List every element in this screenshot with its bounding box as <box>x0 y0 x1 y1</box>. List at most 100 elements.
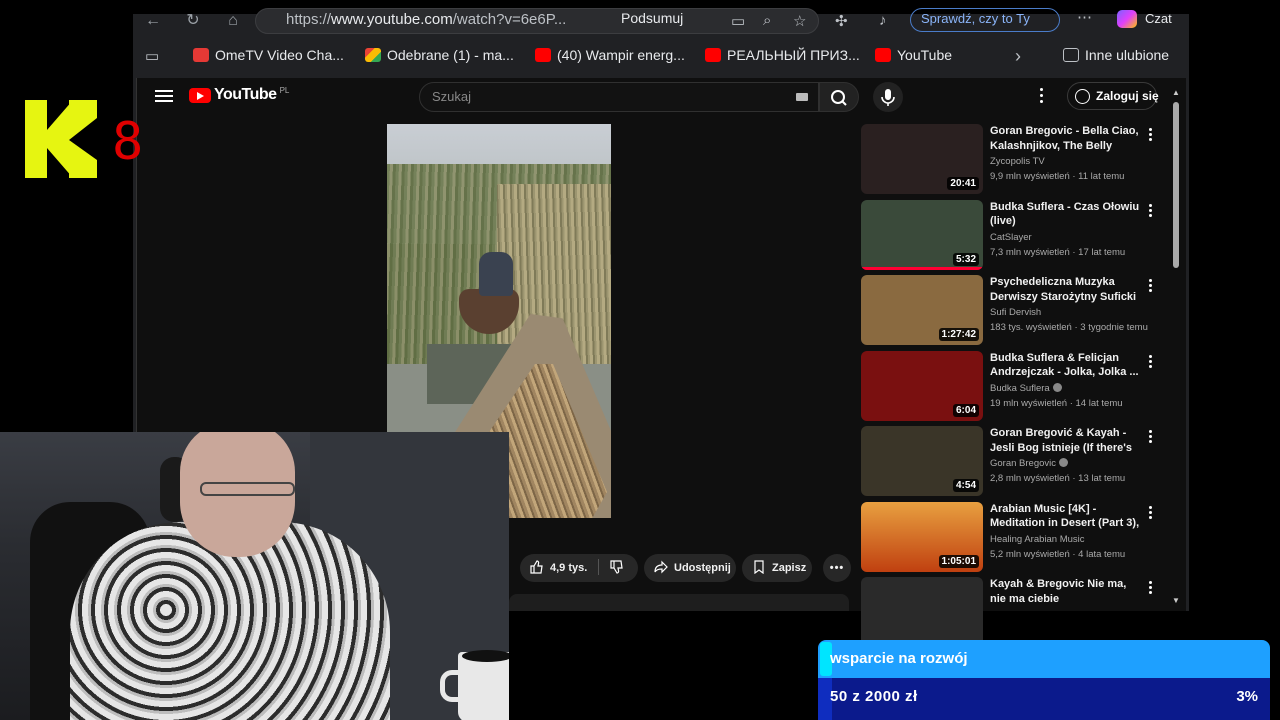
bookmark-youtube[interactable]: YouTube <box>875 47 952 63</box>
url-prefix: https:// <box>286 11 332 28</box>
video-duration: 20:41 <box>947 177 979 190</box>
video-title[interactable]: Budka Suflera - Czas Ołowiu (live) <box>990 200 1140 229</box>
search-input[interactable]: Szukaj <box>419 82 819 112</box>
bookmark-ometv[interactable]: OmeTV Video Cha... <box>193 47 344 63</box>
bookmark-wampir[interactable]: (40) Wampir energ... <box>535 47 685 63</box>
thumbs-up-icon <box>530 560 543 574</box>
recommendation-item[interactable]: Kayah & Bregovic Nie ma, nie ma ciebie <box>861 577 1161 649</box>
bookmark-gmail[interactable]: Odebrane (1) - ma... <box>365 47 514 63</box>
video-thumbnail[interactable]: 4:54 <box>861 426 983 496</box>
youtube-header: YouTube PL Szukaj Zaloguj się <box>137 78 1187 118</box>
youtube-play-icon <box>189 87 211 103</box>
bookmark-label: OmeTV Video Cha... <box>215 47 344 63</box>
split-screen-icon[interactable]: ▭ <box>731 12 745 30</box>
scroll-up-icon[interactable]: ▲ <box>1172 88 1180 97</box>
bookmark-other-favorites[interactable]: Inne ulubione <box>1063 47 1169 63</box>
video-thumbnail[interactable]: 1:27:42 <box>861 275 983 345</box>
user-icon <box>1075 89 1090 104</box>
keyboard-icon[interactable] <box>796 93 808 101</box>
search-icon <box>831 90 847 106</box>
channel-name[interactable]: Zycopolis TV <box>990 156 1045 167</box>
donation-amount: 50 z 2000 zł <box>830 688 918 705</box>
like-button[interactable]: 4,9 tys. <box>520 554 638 582</box>
channel-name[interactable]: Budka Suflera <box>990 382 1062 394</box>
video-thumbnail[interactable]: 20:41 <box>861 124 983 194</box>
favorite-star-icon[interactable]: ☆ <box>793 12 806 30</box>
scroll-down-icon[interactable]: ▼ <box>1172 596 1180 605</box>
channel-label: Budka Suflera <box>990 382 1050 394</box>
youtube-logo[interactable]: YouTube PL <box>189 86 289 104</box>
page-scrollbar[interactable]: ▲ ▼ <box>1171 88 1181 610</box>
webcam-feed <box>0 432 509 720</box>
profile-check-button[interactable]: Sprawdź, czy to Ty <box>910 8 1060 32</box>
video-menu-icon[interactable] <box>1149 505 1152 521</box>
copilot-icon[interactable] <box>1117 10 1137 28</box>
video-menu-icon[interactable] <box>1149 581 1152 596</box>
video-meta: 5,2 mln wyświetleń · 4 lata temu <box>990 548 1126 560</box>
channel-name[interactable]: Goran Bregovic <box>990 458 1069 469</box>
hamburger-menu-icon[interactable] <box>155 87 173 103</box>
video-thumbnail[interactable]: 1:05:01 <box>861 501 983 572</box>
watch-progress-bar <box>861 266 983 270</box>
video-thumbnail[interactable] <box>861 577 983 647</box>
extensions-icon[interactable]: ✣ <box>835 12 848 30</box>
audio-icon[interactable]: ♪ <box>879 12 887 29</box>
video-menu-icon[interactable] <box>1149 279 1152 294</box>
url-domain: www.youtube.com <box>331 11 453 28</box>
video-meta: 19 mln wyświetleń · 14 lat temu <box>990 397 1123 409</box>
video-meta: 183 tys. wyświetleń · 3 tygodnie temu <box>990 322 1148 333</box>
login-button[interactable]: Zaloguj się <box>1067 82 1159 110</box>
video-title[interactable]: Arabian Music [4K] - Meditation in Deser… <box>990 502 1140 532</box>
video-duration: 1:05:01 <box>938 554 979 568</box>
video-menu-icon[interactable] <box>1149 430 1152 445</box>
voice-search-button[interactable] <box>873 82 903 112</box>
share-icon <box>654 560 668 574</box>
reload-icon[interactable]: ↻ <box>183 13 203 34</box>
more-actions-icon[interactable]: ••• <box>823 554 851 582</box>
video-menu-icon[interactable] <box>1149 128 1152 143</box>
channel-name[interactable]: Healing Arabian Music <box>990 534 1085 545</box>
recommendation-item[interactable]: 20:41 Goran Bregovic - Bella Ciao, Kalash… <box>861 124 1161 196</box>
channel-name[interactable]: CatSlayer <box>990 232 1032 243</box>
video-menu-icon[interactable] <box>1149 203 1152 219</box>
video-title[interactable]: Budka Suflera & Felicjan Andrzejczak - J… <box>990 351 1140 380</box>
home-icon[interactable]: ⌂ <box>223 13 243 34</box>
video-title[interactable]: Goran Bregović & Kayah - Jesli Bog istni… <box>990 426 1140 456</box>
back-icon[interactable]: ← <box>143 13 163 34</box>
video-thumbnail[interactable]: 5:32 <box>861 199 983 270</box>
channel-label: Sufi Dervish <box>990 307 1042 318</box>
recommendation-item[interactable]: 4:54 Goran Bregović & Kayah - Jesli Bog i… <box>861 426 1161 498</box>
channel-label: Goran Bregovic <box>990 458 1057 469</box>
video-title[interactable]: Psychedeliczna Muzyka Derwiszy Starożytn… <box>990 275 1140 305</box>
folder-icon <box>1063 48 1079 62</box>
video-title[interactable]: Goran Bregovic - Bella Ciao, Kalashnjiko… <box>990 124 1140 154</box>
tab-actions-icon[interactable]: ▭ <box>145 47 159 65</box>
video-duration: 5:32 <box>952 252 979 266</box>
save-button[interactable]: Zapisz <box>742 554 812 582</box>
summarize-button[interactable]: Podsumuj <box>621 10 683 26</box>
scroll-thumb[interactable] <box>1173 102 1179 268</box>
recommendation-item[interactable]: 5:32 Budka Suflera - Czas Ołowiu (live) Ca… <box>861 199 1161 272</box>
video-title[interactable]: Kayah & Bregovic Nie ma, nie ma ciebie <box>990 577 1140 606</box>
description-panel[interactable] <box>509 594 849 611</box>
login-label: Zaloguj się <box>1096 89 1159 103</box>
share-button[interactable]: Udostępnij <box>644 554 736 582</box>
chat-button[interactable]: Czat <box>1145 11 1172 26</box>
settings-dots-icon[interactable] <box>1040 88 1044 104</box>
zoom-icon[interactable]: ⌕ <box>763 12 771 29</box>
recommendation-item[interactable]: 1:05:01 Arabian Music [4K] - Meditation i… <box>861 501 1161 574</box>
chevron-right-icon[interactable]: › <box>1015 46 1021 67</box>
microphone-icon <box>881 89 895 106</box>
summarize-label: Podsumuj <box>621 10 684 26</box>
video-meta: 7,3 mln wyświetleń · 17 lat temu <box>990 246 1126 258</box>
recommendation-item[interactable]: 6:04 Budka Suflera & Felicjan Andrzejczak… <box>861 350 1161 423</box>
channel-name[interactable]: Sufi Dervish <box>990 307 1041 318</box>
country-code: PL <box>279 85 290 95</box>
video-menu-icon[interactable] <box>1149 354 1152 370</box>
recommendation-item[interactable]: 1:27:42 Psychedeliczna Muzyka Derwiszy St… <box>861 275 1161 347</box>
search-button[interactable] <box>819 82 859 112</box>
save-label: Zapisz <box>772 562 807 574</box>
video-thumbnail[interactable]: 6:04 <box>861 350 983 421</box>
more-menu-icon[interactable]: ⋯ <box>1077 8 1092 26</box>
bookmark-realny[interactable]: РЕАЛЬНЫЙ ПРИЗ... <box>705 47 860 63</box>
